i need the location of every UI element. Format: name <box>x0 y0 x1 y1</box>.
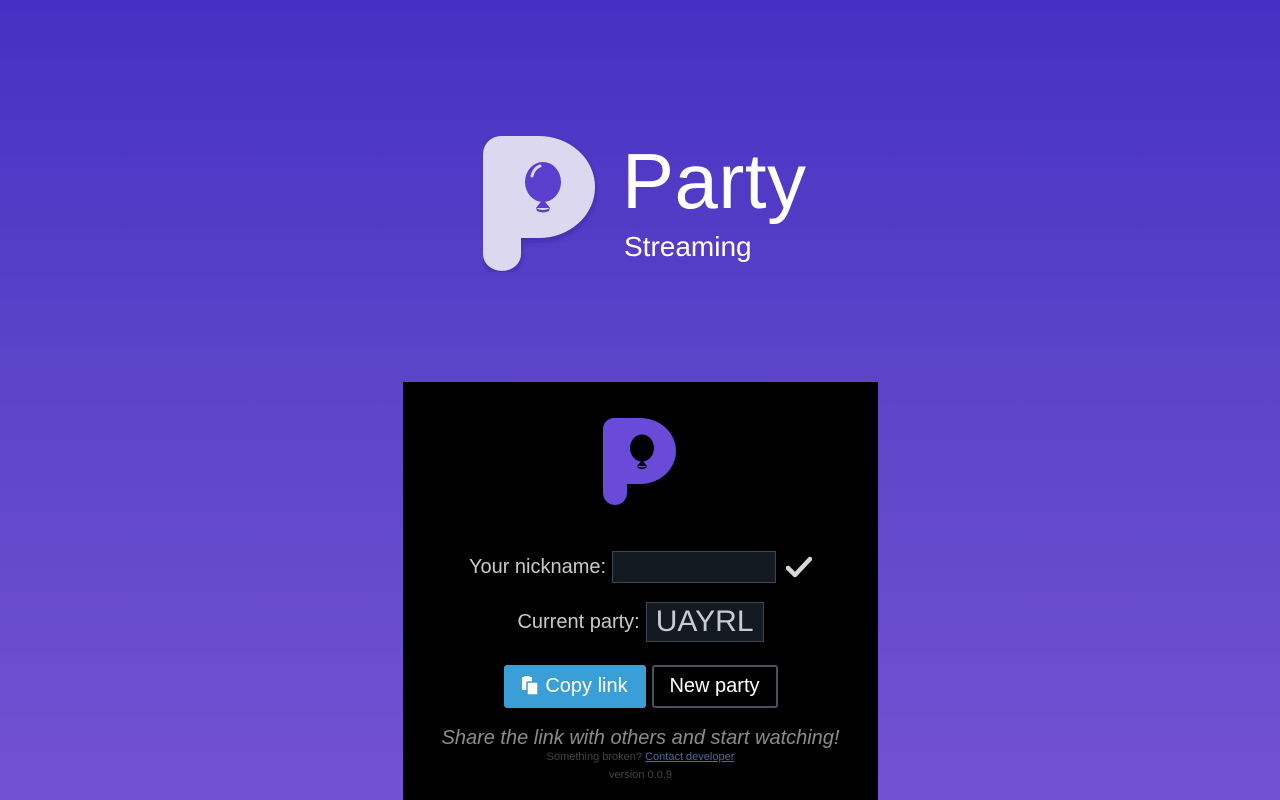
clipboard-copy-icon <box>522 676 540 696</box>
copy-link-label: Copy link <box>545 674 628 697</box>
version-label: version 0.0.9 <box>609 769 672 781</box>
check-icon[interactable] <box>786 556 813 578</box>
party-balloon-logo-icon <box>483 136 595 271</box>
support-footer: Something broken? Contact developer <box>403 751 878 763</box>
nickname-label: Your nickname: <box>468 555 607 578</box>
current-party-row: Current party: UAYRL <box>403 601 878 643</box>
nickname-input[interactable] <box>612 551 777 583</box>
nickname-row: Your nickname: <box>403 549 878 585</box>
app-subtitle: Streaming <box>624 231 752 262</box>
support-prefix: Something broken? <box>546 751 643 763</box>
current-party-label: Current party: <box>517 610 640 633</box>
action-buttons: Copy link New party <box>403 664 878 708</box>
new-party-label: New party <box>669 674 760 697</box>
app-title: Party <box>622 137 807 225</box>
share-tagline: Share the link with others and start wat… <box>441 727 840 749</box>
party-code: UAYRL <box>645 602 764 642</box>
copy-link-button[interactable]: Copy link <box>503 664 646 708</box>
contact-developer-link[interactable]: Contact developer <box>645 751 734 763</box>
party-balloon-logo-icon <box>603 418 676 505</box>
extension-popup: Your nickname: Current party: UAYRL Copy… <box>403 382 878 800</box>
new-party-button[interactable]: New party <box>651 664 778 708</box>
